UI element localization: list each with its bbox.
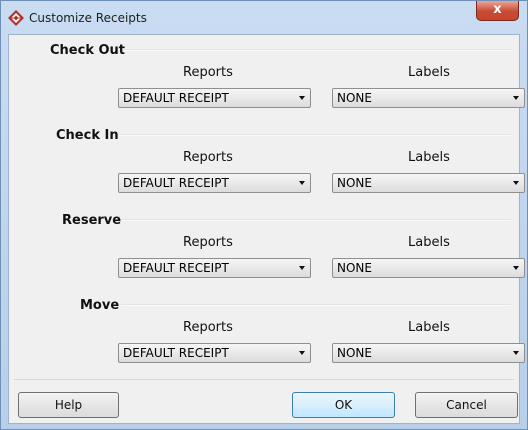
reports-select-value: DEFAULT RECEIPT [123,346,229,360]
section-check-in: Check In Reports Labels DEFAULT RECEIPT … [9,126,525,211]
cancel-button[interactable]: Cancel [415,392,518,418]
title-bar[interactable]: Customize Receipts x [1,1,527,35]
section-divider [119,134,511,136]
reports-header: Reports [183,150,233,165]
reports-select[interactable]: DEFAULT RECEIPT [118,88,311,108]
labels-header: Labels [408,65,450,80]
section-title: Reserve [62,213,122,228]
section-move: Move Reports Labels DEFAULT RECEIPT NONE [9,296,525,381]
ok-button[interactable]: OK [292,392,395,418]
section-divider [121,219,511,221]
chevron-down-icon [299,351,305,355]
chevron-down-icon [299,181,305,185]
diamond-logo-icon [8,10,24,26]
section-title: Check In [56,128,119,143]
labels-select[interactable]: NONE [332,173,525,193]
reports-select[interactable]: DEFAULT RECEIPT [118,343,311,363]
section-title: Move [80,298,120,313]
labels-select[interactable]: NONE [332,88,525,108]
reports-select-value: DEFAULT RECEIPT [123,261,229,275]
reports-select-value: DEFAULT RECEIPT [123,91,229,105]
chevron-down-icon [513,266,519,270]
labels-header: Labels [408,235,450,250]
chevron-down-icon [513,351,519,355]
reports-select[interactable]: DEFAULT RECEIPT [118,173,311,193]
button-bar-divider [14,379,514,380]
labels-select-value: NONE [337,261,372,275]
labels-select-value: NONE [337,91,372,105]
section-divider [121,304,511,306]
help-button[interactable]: Help [18,392,119,418]
labels-select[interactable]: NONE [332,258,525,278]
labels-select[interactable]: NONE [332,343,525,363]
dialog-window: Customize Receipts x Check Out Reports L… [0,0,528,430]
reports-select[interactable]: DEFAULT RECEIPT [118,258,311,278]
dialog-body: Check Out Reports Labels DEFAULT RECEIPT… [8,34,525,424]
reports-select-value: DEFAULT RECEIPT [123,176,229,190]
reports-header: Reports [183,320,233,335]
section-check-out: Check Out Reports Labels DEFAULT RECEIPT… [9,41,525,126]
reports-header: Reports [183,235,233,250]
close-button[interactable]: x [476,1,519,21]
section-title: Check Out [50,43,126,58]
reports-header: Reports [183,65,233,80]
labels-header: Labels [408,320,450,335]
chevron-down-icon [299,96,305,100]
section-divider [125,49,511,51]
labels-header: Labels [408,150,450,165]
section-reserve: Reserve Reports Labels DEFAULT RECEIPT N… [9,211,525,296]
chevron-down-icon [513,181,519,185]
labels-select-value: NONE [337,346,372,360]
labels-select-value: NONE [337,176,372,190]
chevron-down-icon [513,96,519,100]
window-title: Customize Receipts [29,11,147,25]
chevron-down-icon [299,266,305,270]
close-icon: x [493,2,502,17]
